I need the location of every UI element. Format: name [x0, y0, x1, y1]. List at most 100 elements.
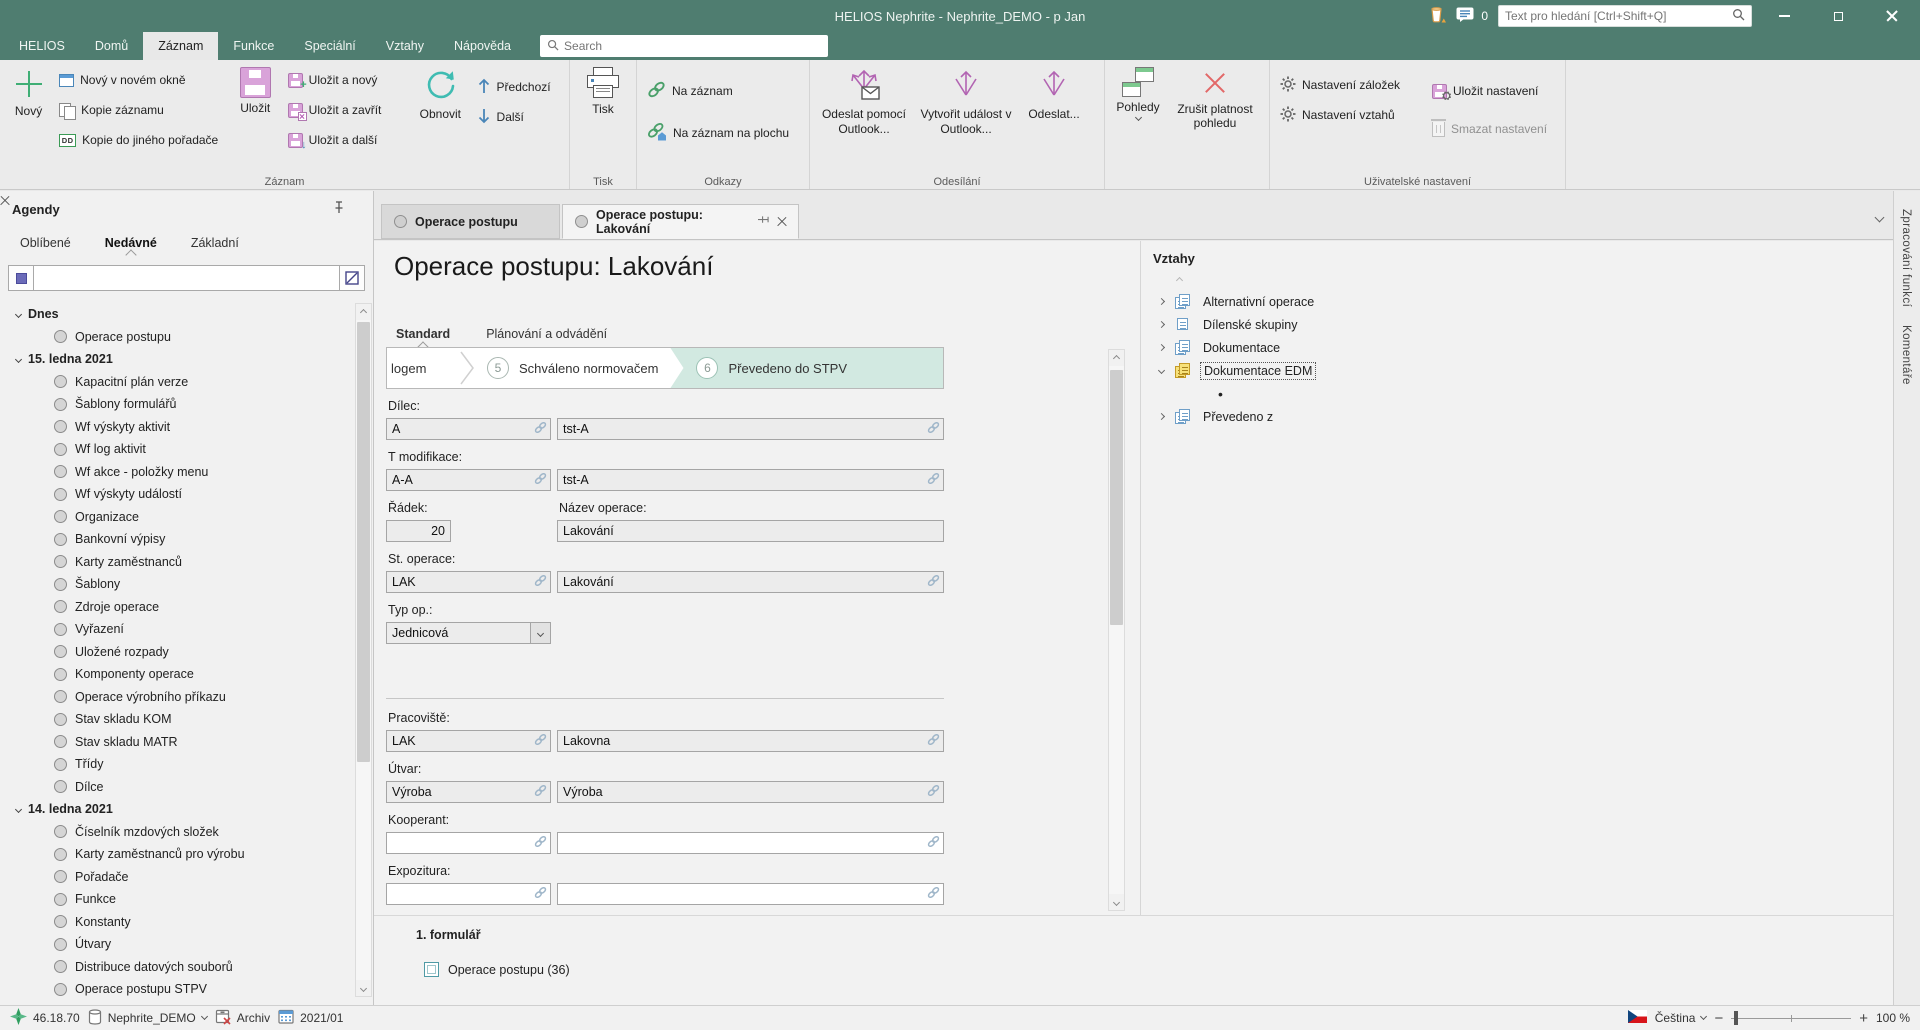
tree-row[interactable]: Wf log aktivit [2, 438, 353, 461]
scrollbar-thumb[interactable] [357, 322, 370, 762]
scroll-down-arrow[interactable] [356, 980, 371, 996]
link-icon[interactable] [534, 886, 547, 902]
link-icon[interactable] [927, 421, 940, 437]
new-button[interactable]: Nový [4, 62, 53, 118]
tmod-name-input[interactable] [558, 473, 927, 487]
zoom-out-button[interactable]: − [1714, 1010, 1723, 1027]
link-icon[interactable] [534, 733, 547, 749]
link-icon[interactable] [534, 784, 547, 800]
ribbon-tab[interactable]: HELIOS [4, 32, 80, 60]
tree-row[interactable]: Operace postupu [2, 326, 353, 349]
tree-row[interactable]: Organizace [2, 506, 353, 529]
pracoviste-name-input[interactable] [558, 734, 927, 748]
scrollbar-thumb[interactable] [1110, 370, 1123, 625]
period-indicator[interactable]: 2021/01 [278, 1009, 343, 1027]
save-and-next-button[interactable]: ↓ Uložit a další [282, 125, 410, 155]
scroll-up-arrow[interactable] [1109, 350, 1124, 366]
ribbon-tab[interactable]: Speciální [289, 32, 370, 60]
language-selector[interactable]: Čeština [1655, 1011, 1707, 1025]
pracoviste-code-field[interactable] [386, 730, 551, 752]
vztahy-row[interactable]: Převedeno z [1153, 405, 1893, 428]
copy-to-binder-button[interactable]: DD Kopie do jiného pořadače [53, 125, 229, 155]
link-icon[interactable] [534, 835, 547, 851]
zoom-in-button[interactable]: + [1859, 1010, 1868, 1027]
utvar-name-field[interactable] [557, 781, 944, 803]
sidebar-scrollbar[interactable] [355, 303, 372, 997]
tmod-code-field[interactable] [386, 469, 551, 491]
link-icon[interactable] [534, 472, 547, 488]
close-button[interactable] [1870, 2, 1914, 30]
close-tab-icon[interactable] [777, 217, 786, 227]
nazev-operace-field[interactable] [557, 520, 944, 542]
utvar-code-field[interactable] [386, 781, 551, 803]
tree-row[interactable]: Třídy [2, 753, 353, 776]
tree-row[interactable]: Šablony formulářů [2, 393, 353, 416]
save-and-close-button[interactable]: Uložit a zavřít [282, 95, 410, 125]
tree-row[interactable]: 15. ledna 2021 [2, 348, 353, 371]
tree-row[interactable]: 14. ledna 2021 [2, 798, 353, 821]
vztahy-row[interactable]: • [1153, 382, 1893, 405]
tree-row[interactable]: Útvary [2, 933, 353, 956]
bookmark-settings-button[interactable]: Nastavení záložek [1274, 70, 1426, 100]
link-icon[interactable] [927, 784, 940, 800]
save-and-new-button[interactable]: + Uložit a nový [282, 65, 410, 95]
database-selector[interactable]: Nephrite_DEMO [88, 1009, 207, 1028]
previous-button[interactable]: Předchozí [471, 72, 565, 102]
nazev-operace-input[interactable] [558, 524, 943, 538]
tree-row[interactable]: Číselník mzdových složek [2, 821, 353, 844]
zoom-slider[interactable] [1731, 1011, 1851, 1025]
expander-chevron-icon[interactable] [1153, 322, 1169, 327]
form-scrollbar[interactable] [1108, 349, 1125, 911]
ribbon-tab[interactable]: Funkce [218, 32, 289, 60]
agendy-filter-input[interactable] [34, 265, 339, 291]
tab-oblibene[interactable]: Oblíbené [20, 236, 71, 250]
pin-icon[interactable] [758, 214, 769, 229]
stoperace-code-input[interactable] [387, 575, 534, 589]
scroll-up-arrow[interactable] [356, 304, 371, 320]
global-search-box[interactable] [1498, 5, 1752, 27]
tree-row[interactable]: Komponenty operace [2, 663, 353, 686]
expozitura-code-input[interactable] [387, 887, 534, 901]
tab-planovani[interactable]: Plánování a odvádění [486, 327, 607, 341]
stoperace-code-field[interactable] [386, 571, 551, 593]
radek-field[interactable] [386, 520, 451, 542]
utvar-name-input[interactable] [558, 785, 927, 799]
ribbon-search-input[interactable] [564, 39, 821, 53]
dilec-code-input[interactable] [387, 422, 534, 436]
kooperant-code-field[interactable] [386, 832, 551, 854]
expozitura-name-input[interactable] [558, 887, 927, 901]
tree-row[interactable]: Konstanty [2, 911, 353, 934]
print-button[interactable]: Tisk [575, 62, 631, 116]
maximize-button[interactable] [1816, 2, 1860, 30]
tree-row[interactable]: Funkce [2, 888, 353, 911]
tree-row[interactable]: Operace výrobního příkazu [2, 686, 353, 709]
copy-record-button[interactable]: Kopie záznamu [53, 95, 229, 125]
tree-row[interactable]: Šablony [2, 573, 353, 596]
vztahy-row[interactable]: Alternativní operace [1153, 290, 1893, 313]
tree-row[interactable]: Vyřazení [2, 618, 353, 641]
tab-zpracovani-funkci[interactable]: Zpracování funkcí [1900, 209, 1912, 307]
expander-chevron-icon[interactable] [1153, 368, 1169, 373]
link-icon[interactable] [534, 421, 547, 437]
tree-row[interactable]: Dílce [2, 776, 353, 799]
tab-nedavne[interactable]: Nedávné [105, 236, 157, 250]
ribbon-tab[interactable]: Záznam [143, 32, 218, 60]
pracoviste-code-input[interactable] [387, 734, 534, 748]
kooperant-name-field[interactable] [557, 832, 944, 854]
footer-form-item[interactable]: Operace postupu (36) [424, 962, 570, 977]
link-to-record-desktop-button[interactable]: Na záznam na plochu [641, 112, 795, 154]
tree-row[interactable]: Dnes [2, 303, 353, 326]
doc-tab-operace-postupu[interactable]: Operace postupu [381, 204, 560, 239]
tree-row[interactable]: Wf výskyty aktivit [2, 416, 353, 439]
kooperant-code-input[interactable] [387, 836, 534, 850]
expozitura-name-field[interactable] [557, 883, 944, 905]
tree-row[interactable]: Stav skladu MATR [2, 731, 353, 754]
invalidate-view-button[interactable]: Zrušit platnost pohledu [1167, 62, 1263, 131]
refresh-button[interactable]: Obnovit [410, 62, 470, 122]
pracoviste-name-field[interactable] [557, 730, 944, 752]
tree-row[interactable]: Stav skladu KOM [2, 708, 353, 731]
link-icon[interactable] [927, 472, 940, 488]
typ-operace-select[interactable] [386, 622, 551, 644]
create-outlook-event-button[interactable]: Vytvořit událost v Outlook... [914, 62, 1018, 136]
ribbon-search-box[interactable] [540, 35, 828, 57]
